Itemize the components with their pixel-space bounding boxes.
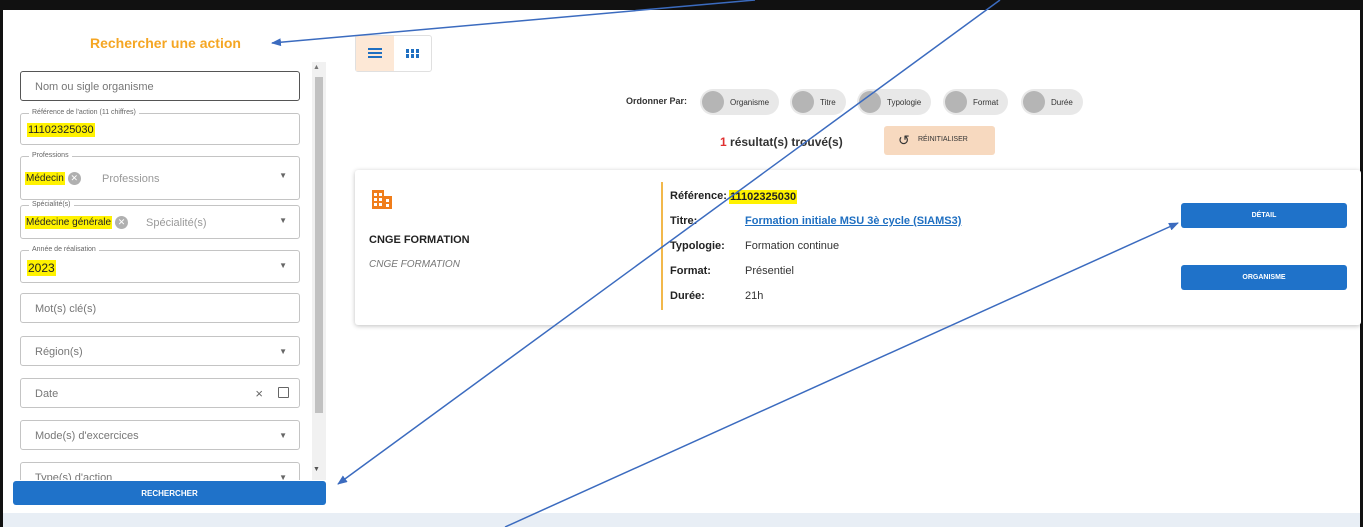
detail-button[interactable]: DÉTAIL [1181,203,1347,228]
types-placeholder: Type(s) d'action [35,472,113,480]
regions-select[interactable]: Région(s) ▼ [20,336,300,366]
titre-link[interactable]: Formation initiale MSU 3è cycle (SIAMS3) [745,215,961,227]
modes-select[interactable]: Mode(s) d'excercices ▼ [20,420,300,450]
sort-typologie[interactable]: Typologie [857,89,932,115]
titre-key: Titre: [670,215,698,227]
scroll-up-icon[interactable]: ▲ [313,64,320,71]
toggle-dot-icon [1023,91,1045,113]
list-view-button[interactable] [356,36,394,71]
specialites-select[interactable]: Spécialité(s) Médecine générale ✕ Spécia… [20,200,300,239]
specialites-label: Spécialité(s) [29,200,74,209]
professions-placeholder: Professions [102,173,160,185]
profession-chip[interactable]: Médecin ✕ [25,169,81,187]
date-input[interactable]: Date × [20,378,300,408]
sort-label: Ordonner Par: [626,96,688,106]
toggle-dot-icon [702,91,724,113]
search-button[interactable]: RECHERCHER [13,481,326,505]
organism-input[interactable]: Nom ou sigle organisme [20,71,300,101]
toggle-dot-icon [945,91,967,113]
chevron-down-icon[interactable]: ▼ [279,473,287,480]
chevron-down-icon[interactable]: ▼ [279,431,287,440]
toggle-dot-icon [792,91,814,113]
organism-subtitle: CNGE FORMATION [369,259,460,270]
specialite-chip[interactable]: Médecine générale ✕ [25,213,129,231]
sort-duree[interactable]: Durée [1021,89,1083,115]
results-number: 1 [720,135,727,149]
typologie-key: Typologie: [670,240,725,252]
view-toggle [355,35,432,72]
sort-titre[interactable]: Titre [790,89,846,115]
results-text: résultat(s) trouvé(s) [730,135,843,149]
organism-name: CNGE FORMATION [369,234,470,246]
professions-select[interactable]: Professions Médecin ✕ Professions ▼ [20,151,300,200]
annee-label: Année de réalisation [29,245,99,254]
search-form: Nom ou sigle organisme Référence de l'ac… [12,62,326,480]
sort-option-label: Typologie [887,97,922,107]
typologie-value: Formation continue [745,240,840,252]
date-placeholder: Date [35,388,59,400]
reset-label: RÉINITIALISER [918,136,968,143]
sort-option-label: Format [973,97,999,107]
search-panel-title: Rechercher une action [90,35,241,51]
profession-chip-label: Médecin [25,171,65,185]
chip-remove-icon[interactable]: ✕ [67,171,81,185]
result-card: CNGE FORMATION CNGE FORMATION Référence:… [355,170,1361,325]
regions-placeholder: Région(s) [35,346,83,358]
building-icon [372,190,392,209]
sort-format[interactable]: Format [943,89,1009,115]
results-count: 1 résultat(s) trouvé(s) [720,135,843,149]
clear-icon[interactable]: × [255,386,263,401]
duree-value: 21h [745,290,764,302]
chevron-down-icon[interactable]: ▼ [279,216,287,225]
chevron-down-icon[interactable]: ▼ [279,347,287,356]
sort-option-label: Titre [820,97,836,107]
reference-label: Référence de l'action (11 chiffres) [29,108,139,117]
reset-button[interactable]: ↺ RÉINITIALISER [884,126,995,155]
chevron-down-icon[interactable]: ▼ [279,171,287,180]
list-view-icon [368,48,382,58]
annee-value: 2023 [27,260,56,276]
reference-key: Référence: [670,190,727,202]
reference-value: 11102325030 [729,190,798,204]
chip-remove-icon[interactable]: ✕ [115,215,129,229]
calendar-icon[interactable] [278,387,289,398]
grid-view-icon[interactable] [406,49,419,58]
reference-value: 11102325030 [27,123,95,137]
bottom-strip [3,513,1360,527]
scroll-down-icon[interactable]: ▼ [313,466,320,473]
modes-placeholder: Mode(s) d'excercices [35,430,139,442]
card-divider [661,182,663,310]
chevron-down-icon[interactable]: ▼ [279,261,287,270]
format-value: Présentiel [745,265,794,277]
reference-field[interactable]: Référence de l'action (11 chiffres) 1110… [20,108,300,145]
sort-organisme[interactable]: Organisme [700,89,780,115]
specialites-placeholder: Spécialité(s) [146,217,207,229]
sort-option-label: Durée [1051,97,1073,107]
toggle-dot-icon [859,91,881,113]
specialite-chip-label: Médecine générale [25,215,113,229]
professions-label: Professions [29,151,72,160]
organism-placeholder: Nom ou sigle organisme [35,81,154,93]
refresh-icon: ↺ [898,132,910,148]
format-key: Format: [670,265,711,277]
annee-select[interactable]: Année de réalisation 2023 ▼ [20,245,300,283]
keywords-input[interactable]: Mot(s) clé(s) [20,293,300,323]
types-select[interactable]: Type(s) d'action ▼ [20,462,300,480]
duree-key: Durée: [670,290,705,302]
keywords-placeholder: Mot(s) clé(s) [35,303,97,315]
sort-option-label: Organisme [730,97,770,107]
organisme-button[interactable]: ORGANISME [1181,265,1347,290]
form-scroll-thumb[interactable] [315,77,323,413]
